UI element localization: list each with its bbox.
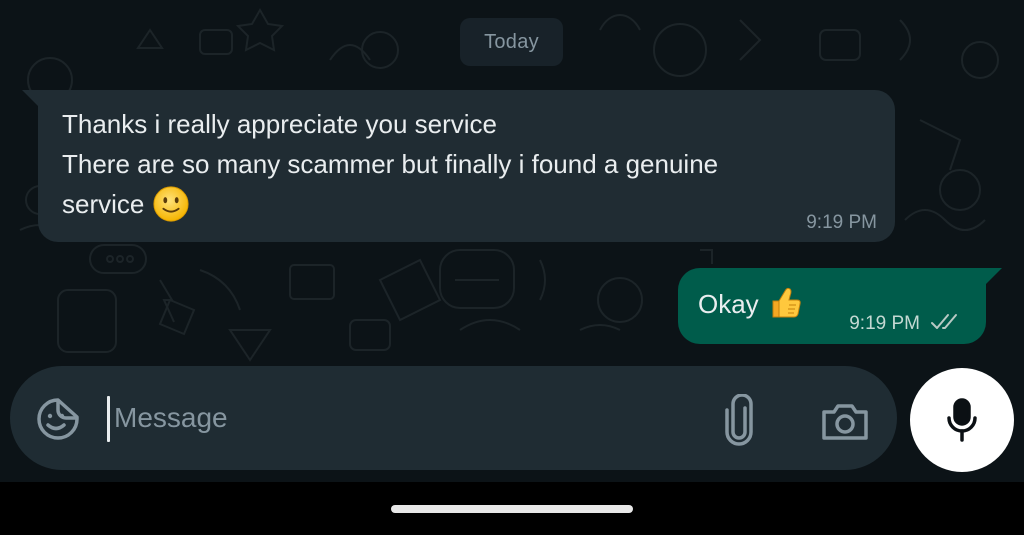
message-input[interactable]	[114, 392, 674, 444]
message-timestamp: 9:19 PM	[806, 212, 877, 233]
slightly-smiling-face-emoji-icon	[153, 186, 189, 222]
outgoing-message-text: Okay	[698, 284, 803, 324]
message-line-text: service	[62, 189, 145, 219]
message-line: There are so many scammer but finally i …	[62, 149, 719, 179]
sticker-icon[interactable]	[34, 395, 82, 443]
date-separator: Today	[460, 18, 563, 66]
text-cursor	[107, 396, 110, 442]
incoming-message-text: Thanks i really appreciate you service T…	[62, 104, 871, 224]
message-timestamp: 9:19 PM	[849, 313, 920, 334]
home-gesture-handle[interactable]	[391, 505, 633, 513]
system-navigation-bar	[0, 482, 1024, 535]
microphone-button[interactable]	[910, 368, 1014, 472]
message-line: Thanks i really appreciate you service	[62, 109, 497, 139]
message-composer	[10, 366, 897, 470]
paperclip-icon[interactable]	[718, 394, 760, 446]
chat-screen: Today Thanks i really appreciate you ser…	[0, 0, 1024, 535]
microphone-icon	[947, 398, 977, 442]
incoming-message-bubble[interactable]: Thanks i really appreciate you service T…	[38, 90, 895, 242]
message-line-last: service	[62, 184, 871, 224]
thumbs-up-emoji-icon	[772, 287, 801, 318]
outgoing-message-label: Okay	[698, 289, 759, 319]
camera-icon[interactable]	[820, 400, 870, 442]
outgoing-bubble-tail	[986, 268, 1002, 284]
outgoing-message-bubble[interactable]: Okay 9:19 PM	[678, 268, 986, 344]
double-check-icon	[931, 314, 957, 329]
